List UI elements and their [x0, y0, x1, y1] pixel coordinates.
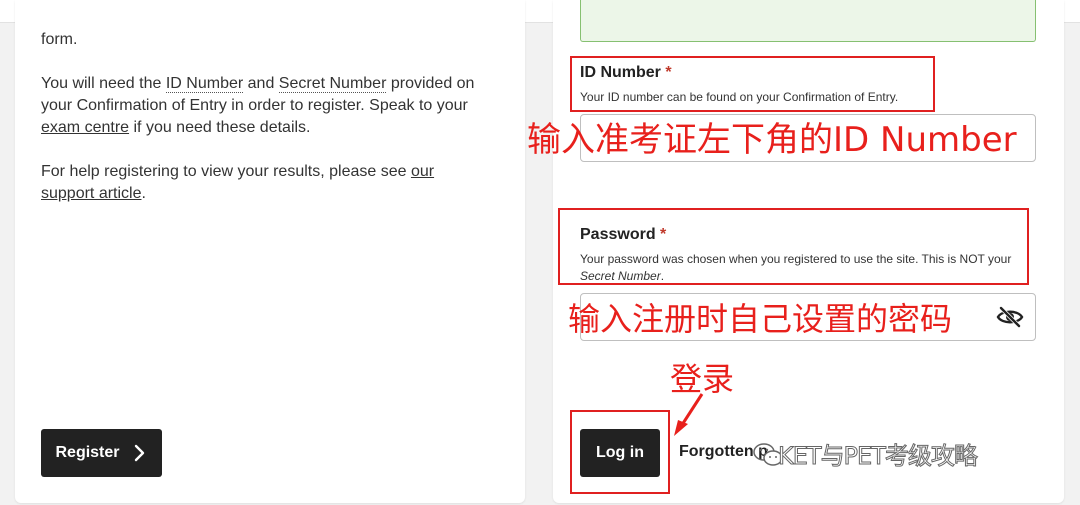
- intro-text-tail: form.: [41, 31, 78, 48]
- register-button[interactable]: Register: [41, 429, 162, 477]
- id-number-term[interactable]: ID Number: [165, 75, 244, 93]
- exam-centre-link[interactable]: exam centre: [41, 119, 129, 136]
- support-article-link[interactable]: support article: [41, 185, 142, 202]
- register-requirements-text: You will need the ID Number and Secret N…: [41, 75, 475, 136]
- secret-number-term[interactable]: Secret Number: [278, 75, 387, 93]
- annotation-box-login: [570, 410, 670, 494]
- annotation-box-password: [558, 208, 1029, 285]
- annotation-arrow-icon: [674, 393, 704, 436]
- annotation-id-number: 输入准考证左下角的ID Number: [527, 120, 1017, 160]
- annotation-password: 输入注册时自己设置的密码: [568, 300, 953, 338]
- watermark-text: KET与PET考级攻略: [778, 442, 979, 471]
- chevron-right-icon: [134, 444, 144, 462]
- support-article-link[interactable]: our: [411, 163, 434, 180]
- success-message-box: [580, 0, 1036, 42]
- help-text: For help registering to view your result…: [41, 163, 435, 202]
- eye-slash-icon[interactable]: [996, 305, 1024, 329]
- annotation-box-id-number: [570, 56, 935, 112]
